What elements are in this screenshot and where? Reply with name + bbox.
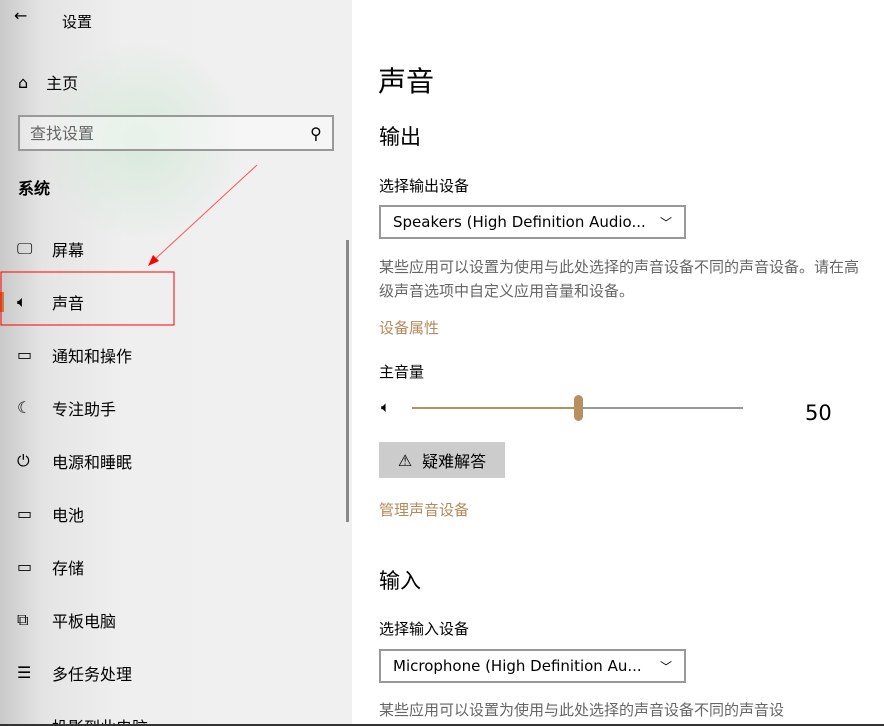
volume-slider[interactable]: [412, 395, 743, 421]
monitor-icon: 🖵︎: [17, 238, 33, 258]
speaker-icon: 🔈︎: [381, 398, 391, 416]
search-icon[interactable]: ⚲: [310, 124, 322, 143]
output-device-label: 选择输出设备: [379, 177, 470, 195]
storage-icon: ▭: [17, 557, 33, 576]
input-heading: 输入: [379, 569, 421, 593]
section-heading: 系统: [18, 179, 51, 198]
content: 声音 输出 选择输出设备 Speakers (High Definition A…: [352, 0, 884, 726]
sidebar-item-0[interactable]: 🖵︎ 屏幕: [0, 222, 352, 275]
volume-fill: [412, 407, 578, 409]
page-title: 声音: [378, 65, 435, 98]
home-icon: ⌂: [18, 72, 29, 92]
speaker-icon: 🔈︎: [17, 291, 27, 311]
sidebar-item-1[interactable]: 🔈︎ 声音: [0, 275, 352, 328]
output-heading: 输出: [379, 125, 421, 149]
sidebar: ← 设置 ⌂ 主页 ⚲ 系统 🖵︎屏幕🔈︎声音▭通知和操作☾专注助手⏻电源和睡眠…: [0, 0, 352, 726]
search-input[interactable]: [30, 123, 290, 143]
sidebar-item-3[interactable]: ☾ 专注助手: [0, 381, 352, 434]
device-properties-link[interactable]: 设备属性: [379, 317, 439, 338]
back-button[interactable]: ←: [14, 6, 27, 25]
message-icon: ▭: [17, 345, 33, 364]
output-device-dropdown[interactable]: Speakers (High Definition Audio... ﹀: [379, 205, 686, 239]
volume-label: 主音量: [379, 363, 425, 381]
sidebar-item-4[interactable]: ⏻ 电源和睡眠: [0, 434, 352, 487]
sidebar-item-5[interactable]: ▭ 电池: [0, 487, 352, 540]
sidebar-item-home[interactable]: ⌂ 主页: [18, 70, 78, 94]
tablet-icon: ⧉: [17, 609, 29, 629]
sidebar-item-6[interactable]: ▭ 存储: [0, 540, 352, 593]
multitask-icon: ☰: [17, 663, 32, 682]
input-description: 某些应用可以设置为使用与此处选择的声音设备不同的声音设: [379, 701, 785, 719]
input-device-dropdown[interactable]: Microphone (High Definition Au... ﹀: [379, 649, 686, 683]
warning-icon: ⚠: [397, 450, 413, 470]
sidebar-item-8[interactable]: ☰ 多任务处理: [0, 646, 352, 699]
battery-icon: ▭: [17, 504, 33, 523]
input-device-label: 选择输入设备: [379, 620, 470, 638]
volume-value: 50: [805, 401, 832, 425]
troubleshoot-button[interactable]: ⚠ 疑难解答: [379, 442, 505, 478]
sidebar-item-9[interactable]: ▭投影到此电脑: [0, 699, 352, 726]
sidebar-item-2[interactable]: ▭ 通知和操作: [0, 328, 352, 381]
power-icon: ⏻: [17, 450, 30, 470]
output-description: 某些应用可以设置为使用与此处选择的声音设备不同的声音设备。请在高级声音选项中自定…: [379, 258, 860, 300]
scrollbar[interactable]: [346, 240, 349, 522]
chevron-down-icon: ﹀: [659, 215, 672, 230]
volume-thumb[interactable]: [573, 395, 583, 421]
moon-icon: ☾: [17, 398, 32, 417]
sidebar-item-7[interactable]: ⧉ 平板电脑: [0, 593, 352, 646]
app-title: 设置: [62, 13, 93, 31]
chevron-down-icon: ﹀: [659, 659, 672, 674]
search-box[interactable]: ⚲: [18, 115, 334, 151]
manage-devices-link[interactable]: 管理声音设备: [379, 499, 469, 520]
